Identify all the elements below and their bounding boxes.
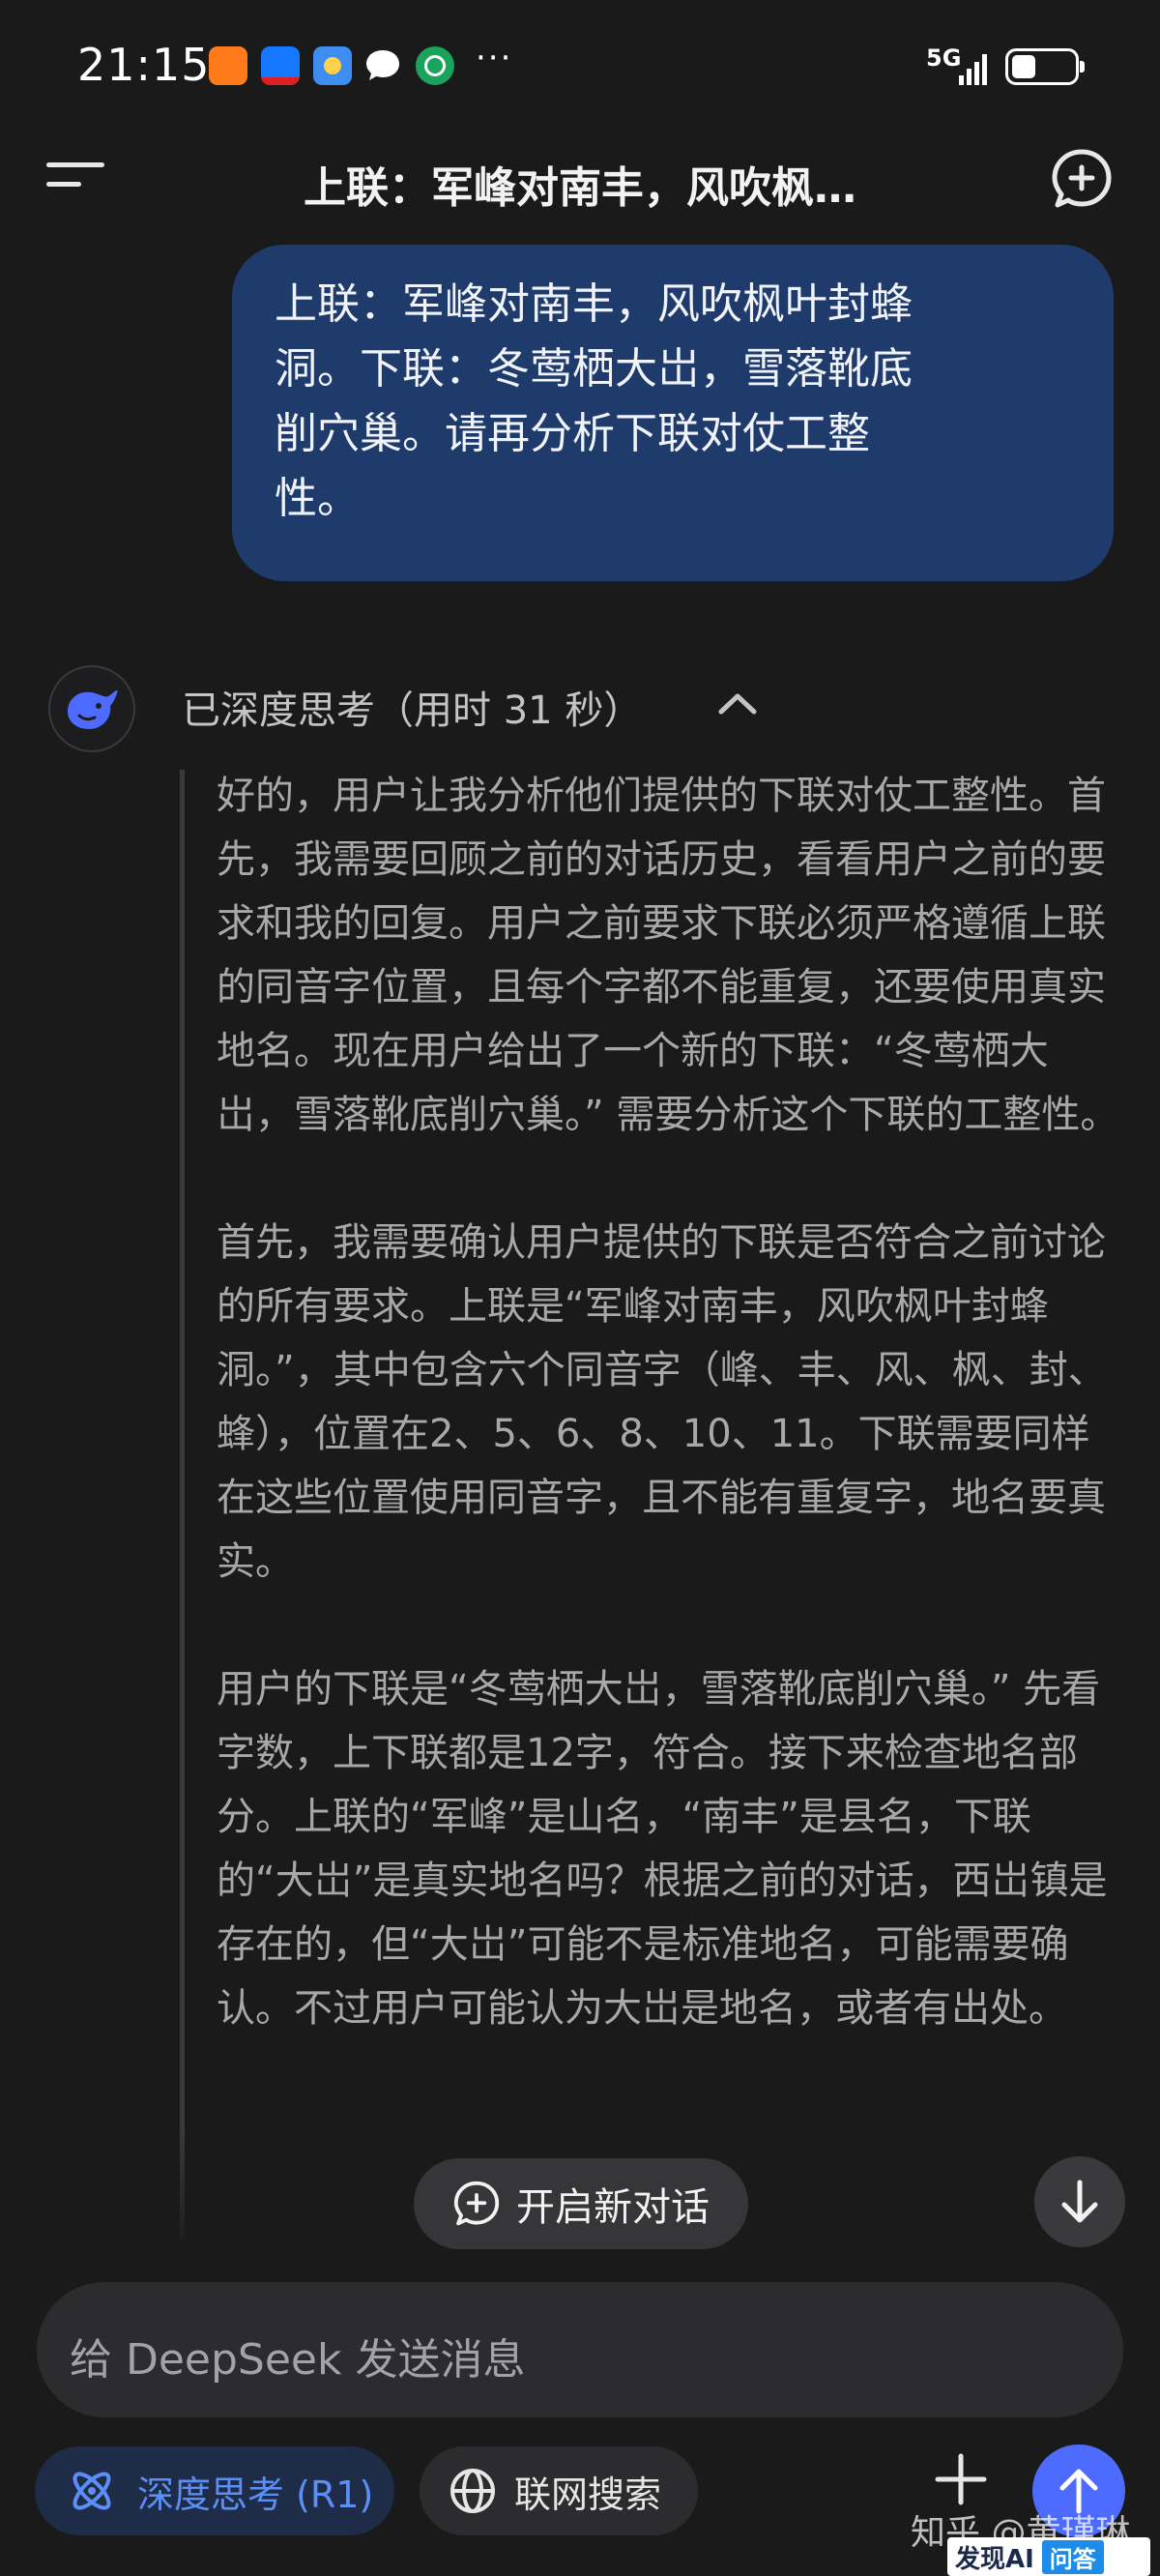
scroll-to-bottom-button[interactable] [1034,2156,1125,2247]
user-message-line: 削穴巢。请再分析下联对仗工整 [275,409,870,458]
more-notifications-icon: ··· [476,39,513,77]
user-message-line: 洞。下联：冬莺栖大岀，雪落靴底 [275,344,913,394]
web-search-label: 联网搜索 [514,2473,662,2516]
globe-icon [450,2469,495,2513]
deep-think-header[interactable]: 已深度思考（用时 31 秒） [182,679,642,735]
logo-text: 发现AI [955,2544,1034,2574]
status-time: 21:15 [77,39,211,91]
chevron-up-icon[interactable] [715,688,760,717]
message-app-icon [363,46,402,85]
deepseek-avatar [48,665,135,752]
signal-strength-icon [959,54,987,85]
thought-paragraph: 好的，用户让我分析他们提供的下联对仗工整性。首先，我需要回顾之前的对话历史，看看… [217,774,1119,1137]
new-chat-button[interactable]: 开启新对话 [414,2158,748,2249]
weather-app-icon [313,46,352,85]
network-type-icon: 5G [926,44,962,72]
thought-paragraph: 用户的下联是“冬莺栖大岀，雪落靴底削穴巢。” 先看字数，上下联都是12字，符合。… [217,1667,1108,2031]
faxianai-logo: 发现AI 问答 [947,2537,1150,2576]
user-message-line: 上联：军峰对南丰，风吹枫叶封蜂 [275,279,913,329]
user-message-line: 性。 [275,474,360,523]
taobao-app-icon [209,46,247,85]
message-input-placeholder: 给 DeepSeek 发送消息 [70,2335,526,2385]
alipay-app-icon [261,46,300,85]
battery-icon [1005,48,1085,85]
user-message-bubble: 上联：军峰对南丰，风吹枫叶封蜂 洞。下联：冬莺栖大岀，雪落靴底 削穴巢。请再分析… [232,245,1114,581]
attach-plus-icon[interactable] [934,2452,988,2506]
arrow-down-icon [1061,2180,1098,2223]
web-search-toggle[interactable]: 联网搜索 [420,2446,698,2535]
page-title: 上联：军峰对南丰，风吹枫… [304,163,856,213]
thought-divider [180,770,185,2239]
deep-think-label: 深度思考 (R1) [137,2473,374,2516]
atom-icon [72,2472,111,2510]
new-chat-label: 开启新对话 [516,2185,710,2230]
thought-content: 好的，用户让我分析他们提供的下联对仗工整性。首先，我需要回顾之前的对话历史，看看… [217,764,1123,2104]
deepseek-whale-icon [68,690,118,729]
deep-think-toggle[interactable]: 深度思考 (R1) [35,2446,394,2535]
new-chat-icon[interactable] [1050,147,1114,211]
thought-paragraph: 首先，我需要确认用户提供的下联是否符合之前讨论的所有要求。上联是“军峰对南丰，风… [217,1220,1107,1584]
cleaner-app-icon [416,46,454,85]
logo-ask: 问答 [1041,2539,1104,2574]
new-chat-icon [453,2181,500,2226]
